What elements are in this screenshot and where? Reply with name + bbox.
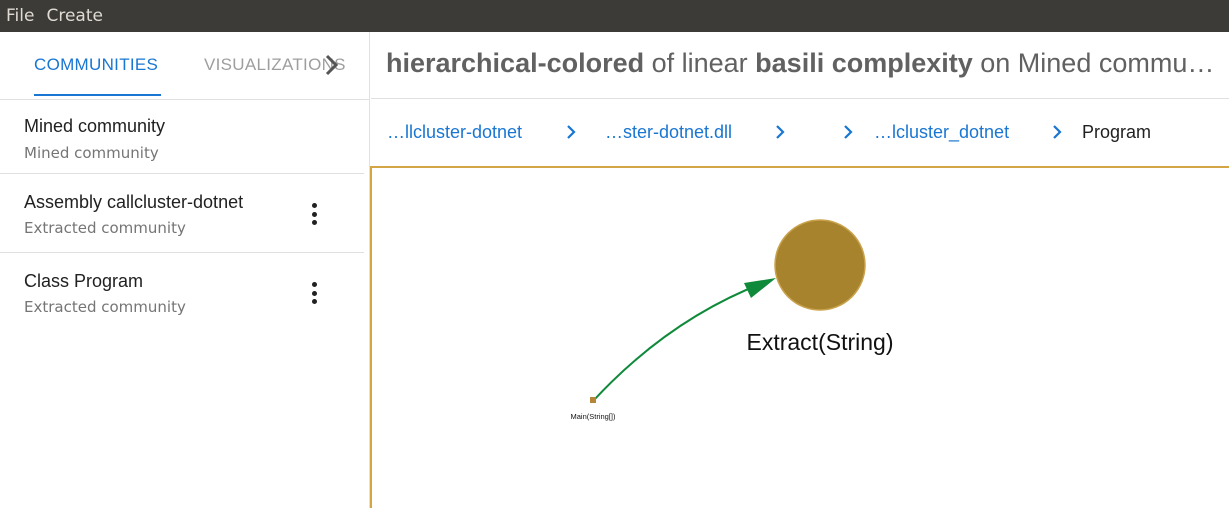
list-item-subtitle: Extracted community (24, 219, 186, 237)
graph-node-main[interactable] (590, 397, 596, 403)
sidebar: COMMUNITIES VISUALIZATIONS Mined communi… (0, 32, 370, 508)
more-vert-icon[interactable] (302, 280, 326, 306)
graph-node-label-main: Main(String[]) (570, 412, 616, 421)
graph-svg[interactable]: Extract(String) Main(String[]) (372, 168, 1229, 508)
chevron-right-icon (840, 120, 856, 144)
breadcrumb-item-project[interactable]: …llcluster-dotnet (387, 122, 522, 143)
breadcrumb: …llcluster-dotnet …ster-dotnet.dll …lclu… (371, 100, 1229, 165)
title-part-metric: basili complexity (755, 48, 973, 78)
tab-scroll-right-button[interactable] (318, 50, 344, 80)
graph-edge-arrowhead (744, 278, 776, 298)
chevron-right-icon (325, 54, 339, 76)
chevron-right-icon (563, 120, 579, 144)
title-part-of: of linear (644, 48, 756, 78)
community-list-item-mined[interactable]: Mined community Mined community (0, 100, 364, 174)
community-list-item-assembly[interactable]: Assembly callcluster-dotnet Extracted co… (0, 174, 364, 253)
sidebar-tabs: COMMUNITIES VISUALIZATIONS (0, 32, 369, 100)
title-part-on: on Mined community (972, 48, 1216, 78)
breadcrumb-item-namespace[interactable]: …lcluster_dotnet (874, 122, 1009, 143)
tab-communities[interactable]: COMMUNITIES (34, 32, 158, 99)
more-vert-icon[interactable] (302, 201, 326, 227)
visualization-title: hierarchical-colored of linear basili co… (386, 48, 1216, 79)
menu-create[interactable]: Create (40, 0, 109, 32)
graph-node-label-extract: Extract(String) (747, 329, 894, 355)
menu-file[interactable]: File (0, 0, 40, 32)
graph-canvas[interactable]: Extract(String) Main(String[]) (370, 166, 1229, 508)
breadcrumb-item-current: Program (1082, 122, 1152, 142)
list-item-title: Mined community (24, 116, 166, 136)
breadcrumb-item-dll[interactable]: …ster-dotnet.dll (605, 122, 732, 143)
menubar: File Create (0, 0, 1229, 32)
graph-node-extract[interactable] (774, 219, 866, 311)
title-part-visualization: hierarchical-colored (386, 48, 645, 78)
graph-edge[interactable] (593, 279, 772, 401)
community-list-item-class[interactable]: Class Program Extracted community (0, 253, 364, 332)
list-item-title: Assembly callcluster-dotnet (24, 192, 244, 212)
list-item-title: Class Program (24, 271, 144, 291)
chevron-right-icon (1049, 120, 1065, 144)
list-item-subtitle: Extracted community (24, 298, 186, 316)
list-item-subtitle: Mined community (24, 144, 159, 162)
active-tab-indicator (34, 94, 161, 96)
chevron-right-icon (772, 120, 788, 144)
visualization-header: hierarchical-colored of linear basili co… (371, 32, 1229, 99)
